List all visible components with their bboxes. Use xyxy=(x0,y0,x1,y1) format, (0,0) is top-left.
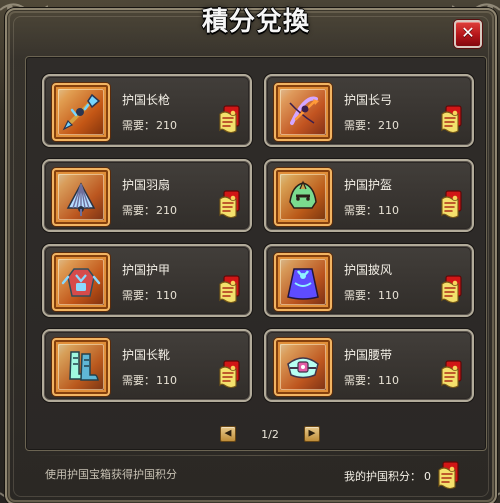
item-icon-frame xyxy=(52,168,110,226)
exchange-ticket-icon[interactable] xyxy=(438,359,464,391)
item-name: 护国腰带 xyxy=(344,348,393,362)
fan-icon xyxy=(58,174,104,220)
item-cost-value: 210 xyxy=(156,119,177,132)
item-cost-value: 210 xyxy=(378,119,399,132)
item-cost-label: 需要： xyxy=(344,289,377,302)
previous-page-button[interactable]: ◀ xyxy=(220,426,236,442)
exchange-dialog: 積分兌換 ✕ 护国长枪 需要： 210 护国长弓 需要： 210 护国羽扇 需要… xyxy=(5,8,497,503)
item-cost-row: 需要： 110 xyxy=(344,375,399,386)
spear-icon xyxy=(58,89,104,135)
next-page-button[interactable]: ▶ xyxy=(303,426,320,442)
exchange-ticket-icon[interactable] xyxy=(216,104,242,136)
exchange-ticket-icon[interactable] xyxy=(216,274,242,306)
item-cost-label: 需要： xyxy=(122,204,155,217)
item-name: 护国披风 xyxy=(344,263,393,277)
helmet-icon xyxy=(280,174,326,220)
chevron-right-icon: ▶ xyxy=(308,428,316,438)
exchange-item-grid: 护国长枪 需要： 210 护国长弓 需要： 210 护国羽扇 需要： 210 护… xyxy=(42,74,474,402)
item-icon-frame xyxy=(274,83,332,141)
dialog-title-wrap: 積分兌換 xyxy=(171,4,341,40)
item-icon-frame xyxy=(274,338,332,396)
item-icon-frame xyxy=(52,83,110,141)
item-cost-value: 110 xyxy=(156,374,177,387)
item-cost-row: 需要： 110 xyxy=(344,205,399,216)
exchange-item-card[interactable]: 护国长枪 需要： 210 xyxy=(42,74,252,147)
item-cost-value: 110 xyxy=(378,289,399,302)
item-icon-frame xyxy=(52,253,110,311)
dialog-title: 積分兌換 xyxy=(201,7,310,37)
item-name: 护国长弓 xyxy=(344,93,393,107)
item-cost-label: 需要： xyxy=(122,374,155,387)
armor-icon xyxy=(58,259,104,305)
item-icon-frame xyxy=(52,338,110,396)
points-value: 0 xyxy=(424,469,431,483)
points-summary: 我的护国积分： 0 xyxy=(344,461,461,490)
exchange-item-card[interactable]: 护国腰带 需要： 110 xyxy=(264,329,474,402)
exchange-item-card[interactable]: 护国长弓 需要： 210 xyxy=(264,74,474,147)
chevron-left-icon: ◀ xyxy=(224,428,232,438)
item-cost-row: 需要： 210 xyxy=(344,120,399,131)
item-cost-value: 110 xyxy=(378,204,399,217)
item-cost-label: 需要： xyxy=(122,119,155,132)
item-cost-row: 需要： 110 xyxy=(122,375,177,386)
page-indicator: 1/2 xyxy=(261,427,279,441)
item-cost-label: 需要： xyxy=(344,119,377,132)
exchange-item-card[interactable]: 护国披风 需要： 110 xyxy=(264,244,474,317)
item-name: 护国护甲 xyxy=(122,263,171,277)
exchange-item-card[interactable]: 护国护甲 需要： 110 xyxy=(42,244,252,317)
exchange-ticket-icon[interactable] xyxy=(438,189,464,221)
exchange-content-panel: 护国长枪 需要： 210 护国长弓 需要： 210 护国羽扇 需要： 210 护… xyxy=(25,56,487,451)
item-cost-label: 需要： xyxy=(344,374,377,387)
close-icon: ✕ xyxy=(461,23,475,42)
item-cost-value: 110 xyxy=(378,374,399,387)
exchange-ticket-icon[interactable] xyxy=(438,274,464,306)
item-cost-label: 需要： xyxy=(122,289,155,302)
exchange-ticket-icon[interactable] xyxy=(216,189,242,221)
points-hint-text: 使用护国宝箱获得护国积分 xyxy=(45,468,177,481)
points-ticket-icon xyxy=(438,461,459,490)
item-cost-row: 需要： 110 xyxy=(122,290,177,301)
points-label: 我的护国积分： xyxy=(344,469,421,483)
item-name: 护国长靴 xyxy=(122,348,171,362)
exchange-ticket-icon[interactable] xyxy=(438,104,464,136)
item-cost-row: 需要： 210 xyxy=(122,205,177,216)
item-name: 护国长枪 xyxy=(122,93,171,107)
item-cost-row: 需要： 210 xyxy=(122,120,177,131)
item-name: 护国羽扇 xyxy=(122,178,171,192)
exchange-item-card[interactable]: 护国羽扇 需要： 210 xyxy=(42,159,252,232)
bow-icon xyxy=(280,89,326,135)
footer-divider xyxy=(27,455,483,456)
boots-icon xyxy=(58,344,104,390)
exchange-item-card[interactable]: 护国长靴 需要： 110 xyxy=(42,329,252,402)
item-cost-row: 需要： 110 xyxy=(344,290,399,301)
item-name: 护国护盔 xyxy=(344,178,393,192)
pagination: ◀ 1/2 ▶ xyxy=(220,425,320,443)
item-cost-value: 110 xyxy=(156,289,177,302)
exchange-item-card[interactable]: 护国护盔 需要： 110 xyxy=(264,159,474,232)
belt-icon xyxy=(280,344,326,390)
exchange-ticket-icon[interactable] xyxy=(216,359,242,391)
item-cost-label: 需要： xyxy=(344,204,377,217)
item-icon-frame xyxy=(274,253,332,311)
cape-icon xyxy=(280,259,326,305)
close-button[interactable]: ✕ xyxy=(454,20,482,48)
item-icon-frame xyxy=(274,168,332,226)
exchange-dialog-stage: 積分兌換 ✕ 护国长枪 需要： 210 护国长弓 需要： 210 护国羽扇 需要… xyxy=(0,0,500,503)
item-cost-value: 210 xyxy=(156,204,177,217)
